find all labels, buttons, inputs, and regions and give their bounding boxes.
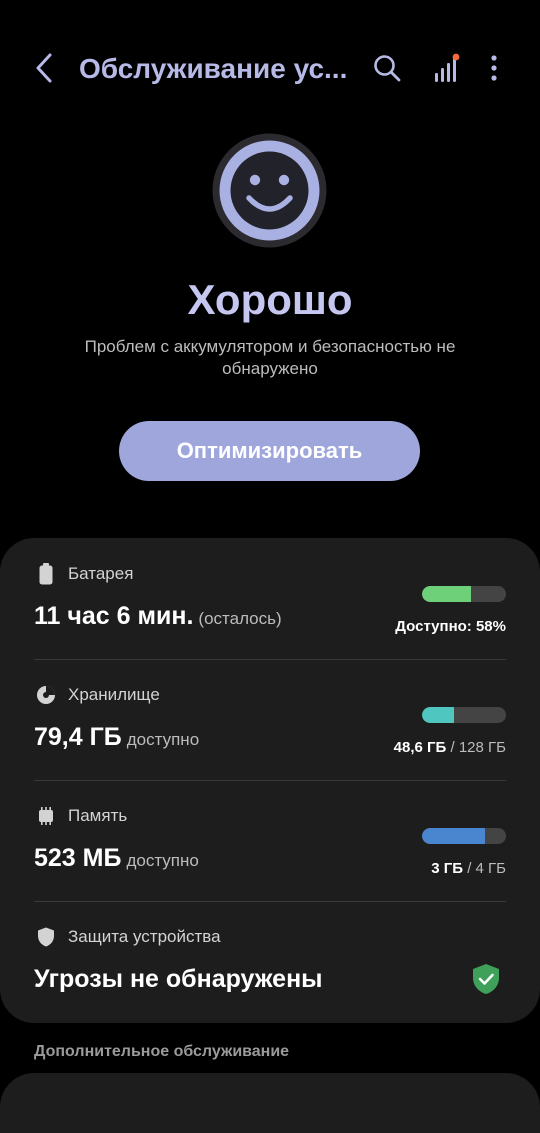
battery-icon	[39, 563, 53, 585]
more-options-button[interactable]	[474, 48, 514, 88]
device-care-card: Батарея 11 час 6 мин. (осталось) Доступн…	[0, 538, 540, 1023]
top-app-bar: Обслуживание ус...	[0, 0, 540, 138]
storage-usage: 48,6 ГБ / 128 ГБ	[394, 739, 506, 756]
additional-care-header: Дополнительное обслуживание	[34, 1043, 290, 1060]
diagnostics-button[interactable]	[425, 48, 465, 88]
memory-total: / 4 ГБ	[467, 860, 506, 877]
battery-label: Батарея	[68, 564, 134, 583]
memory-row[interactable]: Память 523 МБ доступно 3 ГБ / 4 ГБ	[34, 780, 506, 900]
shield-icon	[38, 927, 54, 947]
memory-used: 3 ГБ	[431, 860, 464, 877]
memory-suffix: доступно	[126, 851, 199, 870]
memory-available-value: 523 МБ	[34, 844, 122, 872]
device-protection-row[interactable]: Защита устройства Угрозы не обнаружены	[34, 901, 506, 1021]
search-button[interactable]	[367, 48, 407, 88]
storage-suffix: доступно	[126, 730, 200, 749]
chevron-left-icon	[36, 53, 52, 83]
memory-label: Память	[68, 806, 128, 825]
battery-row[interactable]: Батарея 11 час 6 мин. (осталось) Доступн…	[34, 538, 506, 658]
pie-chart-icon	[37, 686, 55, 704]
memory-progress-fill	[422, 828, 485, 844]
smiley-face-icon	[212, 133, 327, 248]
more-vertical-icon	[491, 55, 497, 81]
storage-progress-fill	[422, 707, 454, 723]
storage-total: / 128 ГБ	[450, 739, 507, 756]
storage-progress-bar	[422, 707, 506, 723]
battery-suffix: (осталось)	[198, 609, 282, 628]
storage-available-value: 79,4 ГБ	[34, 723, 122, 751]
optimize-button[interactable]: Оптимизировать	[119, 421, 420, 481]
storage-row[interactable]: Хранилище 79,4 ГБ доступно 48,6 ГБ / 128…	[34, 659, 506, 779]
status-description: Проблем с аккумулятором и безопасностью …	[84, 337, 456, 378]
notification-dot	[452, 53, 460, 61]
status-title: Хорошо	[187, 276, 353, 323]
back-button[interactable]	[28, 50, 60, 86]
page-title: Обслуживание ус...	[79, 53, 348, 84]
memory-chip-icon	[39, 807, 53, 825]
battery-available: Доступно: 58%	[395, 618, 506, 635]
signal-bars-icon	[435, 53, 460, 82]
device-protection-label: Защита устройства	[68, 927, 221, 946]
search-icon	[374, 55, 401, 82]
memory-usage: 3 ГБ / 4 ГБ	[431, 860, 506, 877]
storage-used: 48,6 ГБ	[393, 739, 447, 756]
additional-care-card[interactable]	[0, 1073, 540, 1133]
battery-progress-bar	[422, 586, 506, 602]
memory-progress-bar	[422, 828, 506, 844]
protection-status: Угрозы не обнаружены	[34, 965, 323, 993]
battery-time-remaining: 11 час 6 мин.	[34, 602, 194, 630]
battery-progress-fill	[422, 586, 471, 602]
storage-label: Хранилище	[68, 685, 160, 704]
shield-check-icon	[473, 964, 499, 994]
battery-available-text: Доступно: 58%	[395, 618, 506, 635]
